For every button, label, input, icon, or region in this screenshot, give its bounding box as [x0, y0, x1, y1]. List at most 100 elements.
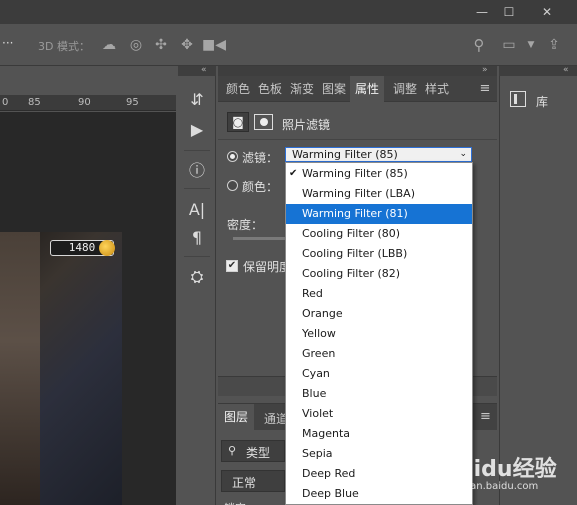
- dropdown-option-label: Blue: [302, 387, 327, 400]
- dropdown-option[interactable]: Magenta: [286, 424, 472, 444]
- dropdown-option[interactable]: Blue: [286, 384, 472, 404]
- dropdown-option[interactable]: Warming Filter (LBA): [286, 184, 472, 204]
- dropdown-option-label: Yellow: [302, 327, 336, 340]
- maximize-icon[interactable]: ☐: [492, 0, 526, 24]
- density-slider[interactable]: [233, 237, 293, 240]
- chevron-down-icon[interactable]: ▼: [522, 36, 540, 54]
- blend-mode-select[interactable]: 正常: [221, 470, 285, 492]
- tab-styles[interactable]: 样式: [422, 76, 452, 102]
- library-dock: 库: [499, 76, 577, 505]
- dropdown-option-label: Sepia: [302, 447, 333, 460]
- history-icon[interactable]: ⇵: [178, 84, 216, 114]
- game-image-wall: [0, 232, 40, 505]
- dropdown-option[interactable]: Green: [286, 344, 472, 364]
- dropdown-option-label: Cooling Filter (LBB): [302, 247, 408, 260]
- share-icon[interactable]: ⇪: [545, 36, 563, 54]
- ruler-tick: 85: [28, 97, 41, 108]
- preserve-luminosity-label: 保留明度: [243, 260, 285, 274]
- doc-tab-area: [0, 67, 176, 95]
- dropdown-option-label: Warming Filter (85): [302, 167, 408, 180]
- collapse-strip[interactable]: »: [218, 65, 497, 76]
- dropdown-option[interactable]: Orange: [286, 304, 472, 324]
- clone-source-icon[interactable]: ⛭: [178, 262, 216, 292]
- filter-label: 滤镜：: [242, 151, 279, 165]
- dropdown-option-label: Cyan: [302, 367, 330, 380]
- 3d-pan-icon[interactable]: ✣: [152, 36, 170, 54]
- layer-filter-select[interactable]: ⚲ 类型: [221, 440, 285, 462]
- dropdown-option[interactable]: Cooling Filter (LBB): [286, 244, 472, 264]
- search-icon[interactable]: ⚲: [470, 36, 488, 54]
- chevron-down-icon: ⌄: [459, 149, 467, 159]
- dropdown-option[interactable]: Cooling Filter (80): [286, 224, 472, 244]
- dropdown-option[interactable]: Warming Filter (81): [286, 204, 472, 224]
- density-label: 密度：: [227, 218, 264, 232]
- dropdown-option[interactable]: Cooling Filter (82): [286, 264, 472, 284]
- dropdown-option-label: Cooling Filter (80): [302, 227, 401, 240]
- dropdown-option-label: Violet: [302, 407, 334, 420]
- filter-select[interactable]: Warming Filter (85) ⌄: [285, 147, 472, 162]
- collapse-strip[interactable]: «: [499, 65, 577, 76]
- watermark-url: jingyan.baidu.com: [446, 481, 539, 492]
- dropdown-option-label: Green: [302, 347, 336, 360]
- dropdown-option-label: Magenta: [302, 427, 351, 440]
- character-icon[interactable]: A|: [178, 194, 216, 224]
- dropdown-option-label: Cooling Filter (82): [302, 267, 401, 280]
- 3d-camera-icon[interactable]: ■◀: [202, 36, 226, 54]
- tab-color[interactable]: 颜色: [223, 76, 253, 102]
- horizontal-ruler: 0 85 90 95: [0, 95, 176, 111]
- dropdown-option[interactable]: Cyan: [286, 364, 472, 384]
- watermark: Baidu经验 jingyan.baidu.com: [440, 443, 577, 505]
- workspace-icon[interactable]: ▭: [500, 36, 518, 54]
- dropdown-option-label: Warming Filter (81): [302, 207, 408, 220]
- dropdown-option-label: Deep Blue: [302, 487, 359, 500]
- color-radio[interactable]: [227, 180, 238, 191]
- paragraph-icon[interactable]: ¶: [178, 222, 216, 252]
- tab-adjustments[interactable]: 调整: [390, 76, 420, 102]
- panel-tab-row: 颜色 色板 渐变 图案 属性 调整 样式 ≡: [218, 76, 497, 102]
- tab-layers[interactable]: 图层: [218, 404, 254, 430]
- dropdown-option[interactable]: ✔ Warming Filter (85): [286, 164, 472, 184]
- dropdown-option[interactable]: Yellow: [286, 324, 472, 344]
- color-label: 颜色：: [242, 180, 279, 194]
- adjustment-camera-icon[interactable]: ◙: [227, 112, 249, 132]
- 3d-slide-icon[interactable]: ✥: [178, 36, 196, 54]
- checkmark-icon: ✔: [289, 168, 298, 179]
- 3d-roll-icon[interactable]: ◎: [127, 36, 145, 54]
- tab-gradients[interactable]: 渐变: [287, 76, 317, 102]
- tab-properties[interactable]: 属性: [350, 76, 384, 102]
- actions-play-icon[interactable]: ▶: [178, 114, 216, 144]
- dropdown-option-label: Warming Filter (LBA): [302, 187, 415, 200]
- library-icon[interactable]: [510, 91, 526, 107]
- dropdown-option[interactable]: Violet: [286, 404, 472, 424]
- ruler-tick: 90: [78, 97, 91, 108]
- ruler-tick: 95: [126, 97, 139, 108]
- dropdown-option-label: Deep Red: [302, 467, 356, 480]
- layer-filter-label: 类型: [246, 446, 271, 460]
- title-bar: — ☐ ✕: [0, 0, 577, 24]
- 3d-orbit-icon[interactable]: ☁: [100, 36, 118, 54]
- 3d-mode-label: 3D 模式：: [38, 40, 90, 53]
- ellipsis-icon[interactable]: ···: [2, 36, 13, 50]
- coin-icon: [99, 240, 115, 256]
- close-icon[interactable]: ✕: [530, 0, 564, 24]
- panel-menu-icon[interactable]: ≡: [480, 409, 491, 424]
- options-bar: ··· 3D 模式： ☁ ◎ ✣ ✥ ■◀ ⚲ ▭ ▼ ⇪: [0, 24, 577, 66]
- dropdown-option-label: Orange: [302, 307, 343, 320]
- collapse-strip[interactable]: «: [178, 65, 216, 76]
- filter-radio[interactable]: [227, 151, 238, 162]
- panel-icon-dock: ⇵ ▶ ⓘ A| ¶ ⛭: [178, 76, 216, 505]
- info-icon[interactable]: ⓘ: [178, 154, 216, 184]
- panel-menu-icon[interactable]: ≡: [476, 76, 494, 102]
- tab-swatches[interactable]: 色板: [255, 76, 285, 102]
- watermark-brand: Baidu经验: [442, 457, 557, 482]
- dropdown-option[interactable]: Red: [286, 284, 472, 304]
- library-label[interactable]: 库: [536, 93, 548, 110]
- ruler-tick: 0: [2, 97, 9, 108]
- filter-select-value: Warming Filter (85): [292, 148, 398, 161]
- preserve-luminosity-checkbox[interactable]: ✔: [226, 260, 238, 272]
- search-icon: ⚲: [228, 444, 237, 457]
- tab-patterns[interactable]: 图案: [319, 76, 349, 102]
- lock-label: 锁定: [224, 500, 246, 505]
- mask-icon[interactable]: [254, 114, 273, 130]
- panel-title: 照片滤镜: [282, 118, 331, 132]
